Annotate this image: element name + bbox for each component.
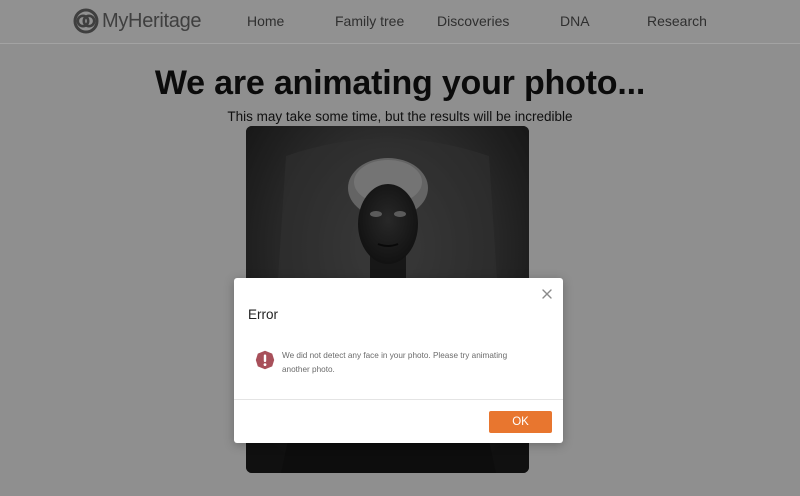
logo-icon bbox=[73, 8, 99, 34]
nav-family-tree[interactable]: Family tree bbox=[335, 13, 404, 29]
nav-discoveries[interactable]: Discoveries bbox=[437, 13, 509, 29]
page: MyHeritage Home Family tree Discoveries … bbox=[0, 0, 800, 496]
dialog-divider bbox=[234, 399, 563, 400]
dialog-message: We did not detect any face in your photo… bbox=[282, 351, 508, 374]
logo[interactable]: MyHeritage bbox=[73, 8, 202, 34]
dialog-title: Error bbox=[248, 307, 278, 322]
error-dialog: Error We did not detect any face in your… bbox=[234, 278, 563, 443]
page-subtitle: This may take some time, but the results… bbox=[227, 109, 573, 124]
logo-text: MyHeritage bbox=[102, 9, 202, 32]
ok-button[interactable]: OK bbox=[489, 411, 552, 433]
nav-dna[interactable]: DNA bbox=[560, 13, 590, 29]
nav-home[interactable]: Home bbox=[247, 13, 284, 29]
top-nav-bar: MyHeritage Home Family tree Discoveries … bbox=[0, 0, 800, 44]
close-icon[interactable] bbox=[540, 287, 554, 301]
error-exclamation-icon bbox=[255, 350, 275, 370]
page-title: We are animating your photo... bbox=[154, 64, 646, 102]
nav-research[interactable]: Research bbox=[647, 13, 707, 29]
